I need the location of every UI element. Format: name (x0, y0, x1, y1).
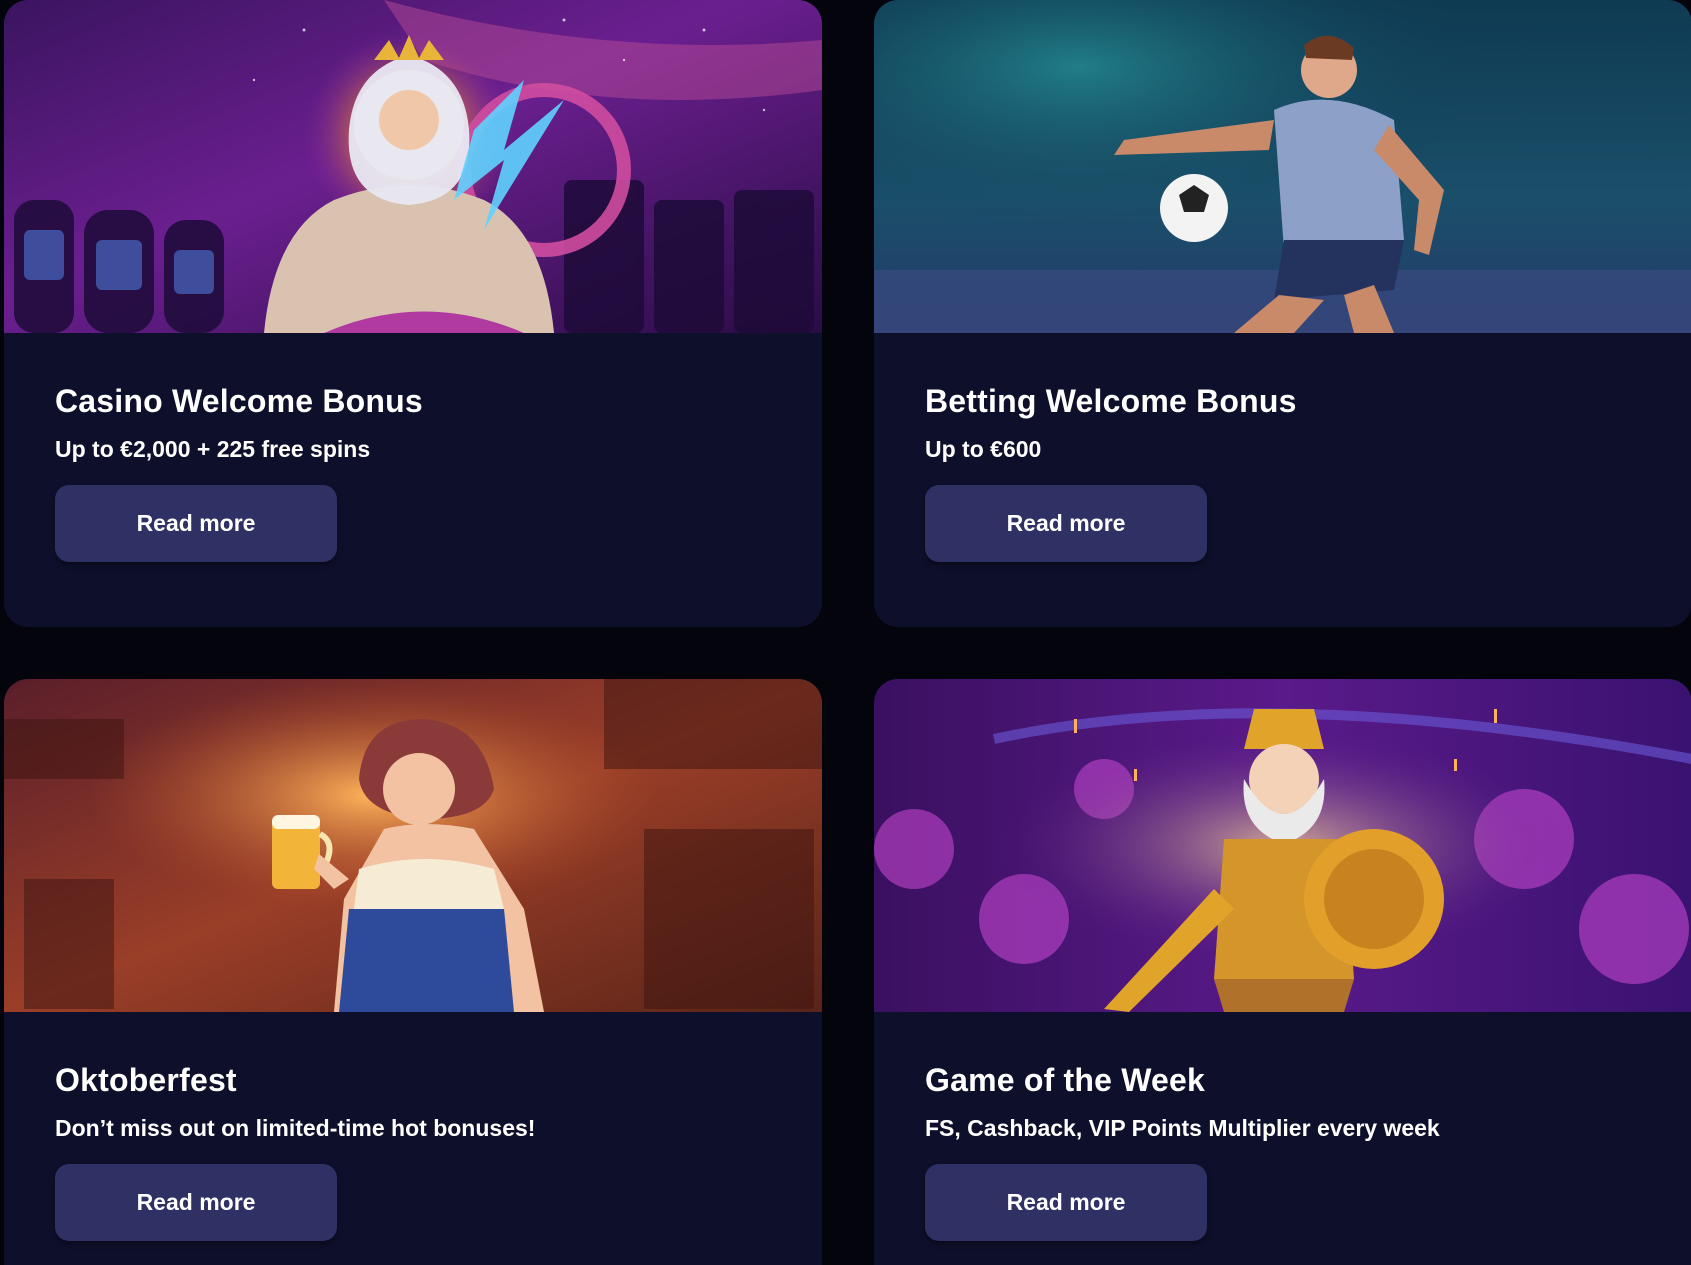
promo-card-game-of-the-week: Game of the Week FS, Cashback, VIP Point… (874, 679, 1691, 1265)
promo-subtitle: FS, Cashback, VIP Points Multiplier ever… (925, 1115, 1440, 1141)
promo-card-casino-welcome: Casino Welcome Bonus Up to €2,000 + 225 … (4, 0, 822, 627)
promo-title: Casino Welcome Bonus (55, 383, 423, 419)
promo-subtitle: Up to €2,000 + 225 free spins (55, 436, 371, 462)
zeus-casino-image (4, 0, 822, 333)
read-more-button[interactable]: Read more (55, 1164, 337, 1242)
football-player-image (874, 0, 1691, 333)
promo-card-oktoberfest: Oktoberfest Don’t miss out on limited-ti… (4, 679, 822, 1265)
promo-title: Game of the Week (925, 1062, 1206, 1098)
golden-warrior-image (874, 679, 1691, 1012)
promo-subtitle: Up to €600 (925, 436, 1042, 462)
promo-title: Oktoberfest (55, 1062, 237, 1098)
read-more-button[interactable]: Read more (55, 485, 337, 563)
promo-title: Betting Welcome Bonus (925, 383, 1297, 419)
read-more-button[interactable]: Read more (925, 1164, 1207, 1242)
promotions-grid: Casino Welcome Bonus Up to €2,000 + 225 … (0, 0, 1691, 1265)
promo-card-betting-welcome: Betting Welcome Bonus Up to €600 Read mo… (874, 0, 1691, 627)
oktoberfest-woman-image (4, 679, 822, 1012)
promo-subtitle: Don’t miss out on limited-time hot bonus… (55, 1115, 536, 1141)
read-more-button[interactable]: Read more (925, 485, 1207, 563)
